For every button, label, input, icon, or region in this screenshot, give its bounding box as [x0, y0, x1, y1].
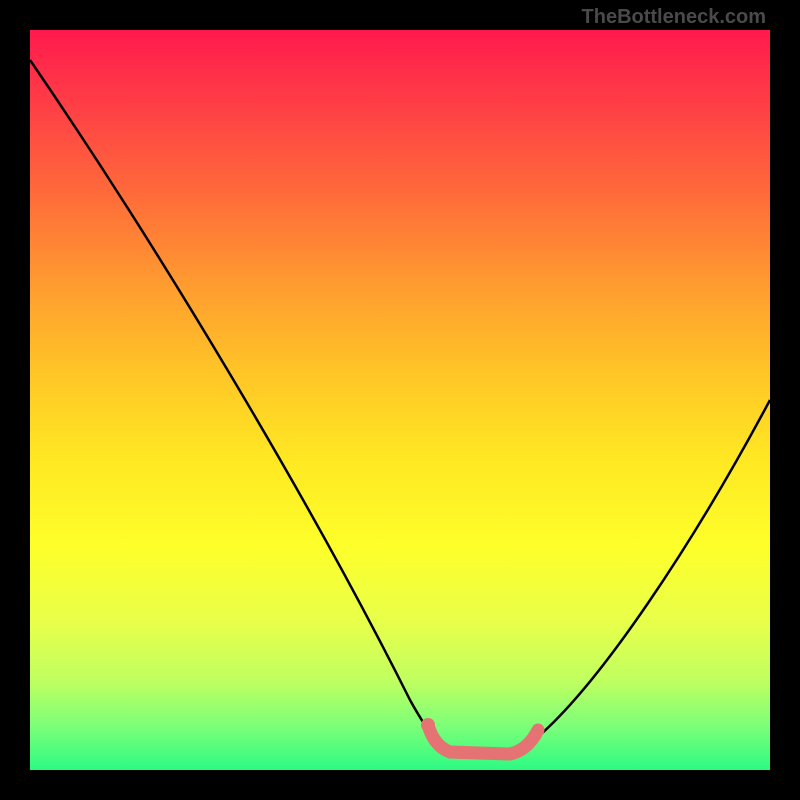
bottleneck-curve: [30, 60, 770, 754]
attribution-text: TheBottleneck.com: [582, 6, 766, 29]
plot-area: [30, 30, 770, 770]
optimal-range-highlight: [428, 725, 538, 754]
optimal-start-dot: [421, 718, 435, 732]
chart-frame: TheBottleneck.com: [0, 0, 800, 800]
curve-svg: [30, 30, 770, 770]
